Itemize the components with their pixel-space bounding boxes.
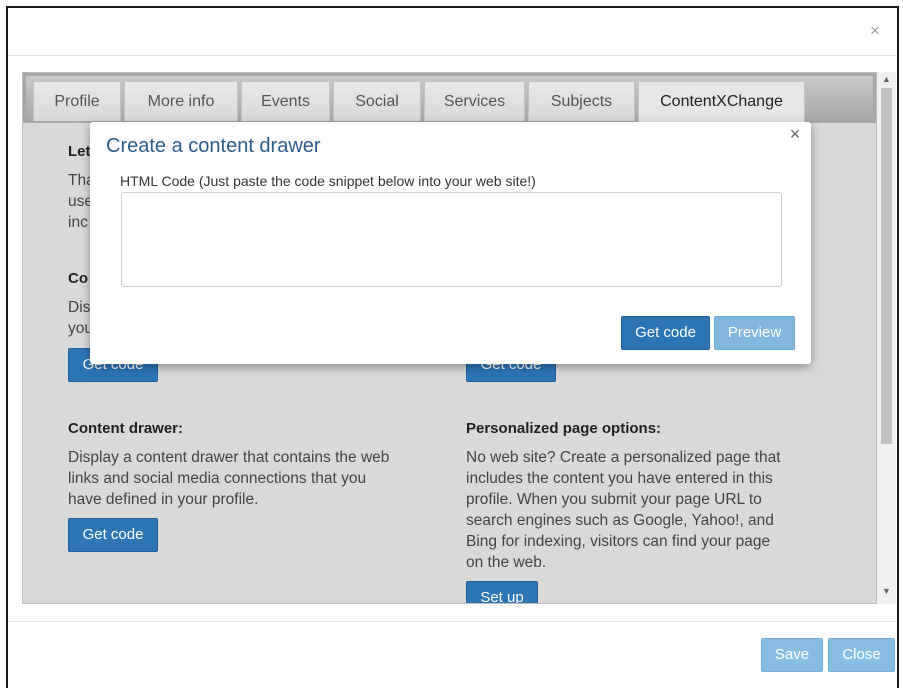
footer-divider: [8, 621, 897, 622]
personalized-text-2: includes the content you have entered in…: [466, 470, 773, 487]
section-text-partial-3: inc: [68, 214, 88, 231]
html-code-label: HTML Code (Just paste the code snippet b…: [120, 173, 536, 189]
close-button[interactable]: Close: [828, 638, 895, 672]
content-drawer-text-1: Display a content drawer that contains t…: [68, 449, 390, 466]
set-up-button[interactable]: Set up: [466, 581, 538, 603]
content-drawer-text-3: have defined in your profile.: [68, 491, 259, 508]
content-drawer-heading: Content drawer:: [68, 420, 184, 437]
personalized-text-1: No web site? Create a personalized page …: [466, 449, 781, 466]
modal-get-code-button[interactable]: Get code: [621, 316, 710, 350]
personalized-text-6: on the web.: [466, 554, 547, 571]
dialog-close-icon[interactable]: ×: [866, 22, 884, 40]
section-heading-partial: Let: [68, 143, 91, 160]
tab-social[interactable]: Social: [333, 81, 421, 121]
save-button[interactable]: Save: [761, 638, 823, 672]
personalized-page-heading: Personalized page options:: [466, 420, 662, 437]
tab-events[interactable]: Events: [241, 81, 330, 121]
tab-more-info[interactable]: More info: [124, 81, 238, 121]
header-divider: [8, 55, 897, 56]
personalized-text-5: Bing for indexing, visitors can find you…: [466, 533, 771, 550]
content-drawer-modal: Create a content drawer × HTML Code (Jus…: [90, 122, 811, 364]
section-heading-partial: Co: [68, 270, 88, 287]
scroll-up-arrow-icon[interactable]: ▲: [877, 72, 896, 86]
scroll-thumb[interactable]: [881, 88, 892, 444]
content-drawer-get-code-button[interactable]: Get code: [68, 518, 158, 552]
html-code-textarea[interactable]: [121, 192, 782, 287]
section-text-partial-1: Dis: [68, 299, 91, 316]
personalized-text-3: profile. When you submit your page URL t…: [466, 491, 762, 508]
tab-profile[interactable]: Profile: [33, 81, 121, 121]
tab-services[interactable]: Services: [424, 81, 525, 121]
personalized-text-4: search engines such as Google, Yahoo!, a…: [466, 512, 774, 529]
scrollbar[interactable]: ▲ ▼: [877, 72, 896, 604]
modal-close-icon[interactable]: ×: [787, 125, 803, 143]
modal-title: Create a content drawer: [106, 135, 321, 157]
tab-subjects[interactable]: Subjects: [528, 81, 635, 121]
tab-contentxchange[interactable]: ContentXChange: [638, 81, 805, 123]
preview-button[interactable]: Preview: [714, 316, 795, 350]
content-drawer-text-2: links and social media connections that …: [68, 470, 367, 487]
scroll-down-arrow-icon[interactable]: ▼: [877, 584, 896, 598]
